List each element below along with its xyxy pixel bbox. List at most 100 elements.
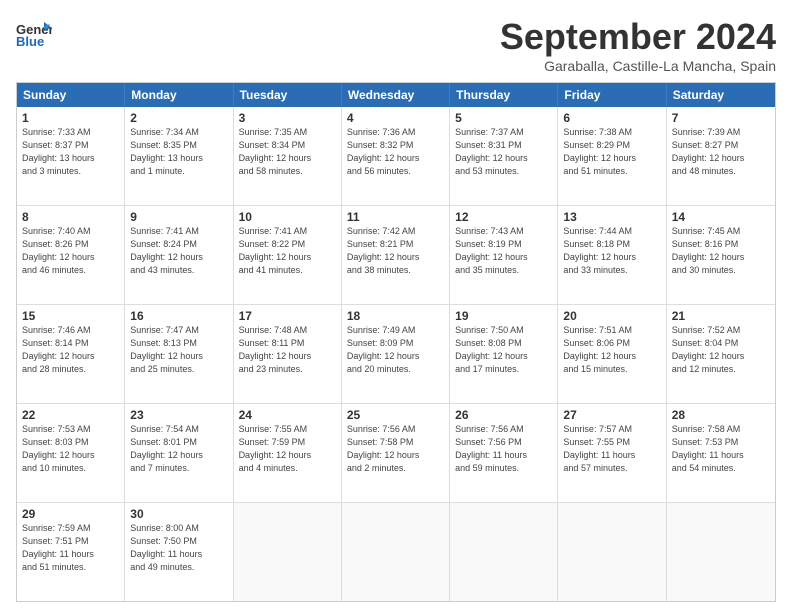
day-number: 30 bbox=[130, 506, 227, 522]
day-number: 23 bbox=[130, 407, 227, 423]
day-info: Sunrise: 7:51 AM Sunset: 8:06 PM Dayligh… bbox=[563, 325, 636, 373]
day-number: 17 bbox=[239, 308, 336, 324]
calendar-body: 1Sunrise: 7:33 AM Sunset: 8:37 PM Daylig… bbox=[17, 107, 775, 601]
day-number: 15 bbox=[22, 308, 119, 324]
header-tuesday: Tuesday bbox=[234, 83, 342, 107]
header-thursday: Thursday bbox=[450, 83, 558, 107]
day-info: Sunrise: 7:48 AM Sunset: 8:11 PM Dayligh… bbox=[239, 325, 312, 373]
day-number: 18 bbox=[347, 308, 444, 324]
day-14: 14Sunrise: 7:45 AM Sunset: 8:16 PM Dayli… bbox=[667, 206, 775, 304]
day-27: 27Sunrise: 7:57 AM Sunset: 7:55 PM Dayli… bbox=[558, 404, 666, 502]
day-19: 19Sunrise: 7:50 AM Sunset: 8:08 PM Dayli… bbox=[450, 305, 558, 403]
day-number: 26 bbox=[455, 407, 552, 423]
logo-icon: General Blue bbox=[16, 20, 52, 50]
day-22: 22Sunrise: 7:53 AM Sunset: 8:03 PM Dayli… bbox=[17, 404, 125, 502]
day-16: 16Sunrise: 7:47 AM Sunset: 8:13 PM Dayli… bbox=[125, 305, 233, 403]
day-number: 14 bbox=[672, 209, 770, 225]
day-30: 30Sunrise: 8:00 AM Sunset: 7:50 PM Dayli… bbox=[125, 503, 233, 601]
day-23: 23Sunrise: 7:54 AM Sunset: 8:01 PM Dayli… bbox=[125, 404, 233, 502]
day-8: 8Sunrise: 7:40 AM Sunset: 8:26 PM Daylig… bbox=[17, 206, 125, 304]
day-15: 15Sunrise: 7:46 AM Sunset: 8:14 PM Dayli… bbox=[17, 305, 125, 403]
day-info: Sunrise: 7:50 AM Sunset: 8:08 PM Dayligh… bbox=[455, 325, 528, 373]
day-number: 11 bbox=[347, 209, 444, 225]
day-number: 27 bbox=[563, 407, 660, 423]
day-info: Sunrise: 7:35 AM Sunset: 8:34 PM Dayligh… bbox=[239, 127, 312, 175]
day-number: 1 bbox=[22, 110, 119, 126]
day-info: Sunrise: 7:37 AM Sunset: 8:31 PM Dayligh… bbox=[455, 127, 528, 175]
header-wednesday: Wednesday bbox=[342, 83, 450, 107]
page-header: General Blue September 2024 Garaballa, C… bbox=[16, 16, 776, 74]
day-number: 25 bbox=[347, 407, 444, 423]
day-number: 8 bbox=[22, 209, 119, 225]
day-info: Sunrise: 7:56 AM Sunset: 7:56 PM Dayligh… bbox=[455, 424, 527, 472]
day-info: Sunrise: 7:53 AM Sunset: 8:03 PM Dayligh… bbox=[22, 424, 95, 472]
week-row-5: 29Sunrise: 7:59 AM Sunset: 7:51 PM Dayli… bbox=[17, 503, 775, 601]
day-number: 5 bbox=[455, 110, 552, 126]
day-info: Sunrise: 7:49 AM Sunset: 8:09 PM Dayligh… bbox=[347, 325, 420, 373]
day-17: 17Sunrise: 7:48 AM Sunset: 8:11 PM Dayli… bbox=[234, 305, 342, 403]
day-26: 26Sunrise: 7:56 AM Sunset: 7:56 PM Dayli… bbox=[450, 404, 558, 502]
day-number: 6 bbox=[563, 110, 660, 126]
day-18: 18Sunrise: 7:49 AM Sunset: 8:09 PM Dayli… bbox=[342, 305, 450, 403]
week-row-2: 8Sunrise: 7:40 AM Sunset: 8:26 PM Daylig… bbox=[17, 206, 775, 305]
day-13: 13Sunrise: 7:44 AM Sunset: 8:18 PM Dayli… bbox=[558, 206, 666, 304]
empty-cell-4-6 bbox=[667, 503, 775, 601]
page-subtitle: Garaballa, Castille-La Mancha, Spain bbox=[500, 58, 776, 74]
day-12: 12Sunrise: 7:43 AM Sunset: 8:19 PM Dayli… bbox=[450, 206, 558, 304]
day-info: Sunrise: 7:39 AM Sunset: 8:27 PM Dayligh… bbox=[672, 127, 745, 175]
day-info: Sunrise: 7:34 AM Sunset: 8:35 PM Dayligh… bbox=[130, 127, 203, 175]
day-2: 2Sunrise: 7:34 AM Sunset: 8:35 PM Daylig… bbox=[125, 107, 233, 205]
day-7: 7Sunrise: 7:39 AM Sunset: 8:27 PM Daylig… bbox=[667, 107, 775, 205]
day-info: Sunrise: 7:38 AM Sunset: 8:29 PM Dayligh… bbox=[563, 127, 636, 175]
day-28: 28Sunrise: 7:58 AM Sunset: 7:53 PM Dayli… bbox=[667, 404, 775, 502]
day-6: 6Sunrise: 7:38 AM Sunset: 8:29 PM Daylig… bbox=[558, 107, 666, 205]
day-number: 19 bbox=[455, 308, 552, 324]
day-info: Sunrise: 7:55 AM Sunset: 7:59 PM Dayligh… bbox=[239, 424, 312, 472]
title-block: September 2024 Garaballa, Castille-La Ma… bbox=[500, 16, 776, 74]
day-info: Sunrise: 7:33 AM Sunset: 8:37 PM Dayligh… bbox=[22, 127, 95, 175]
calendar-header: Sunday Monday Tuesday Wednesday Thursday… bbox=[17, 83, 775, 107]
calendar-page: General Blue September 2024 Garaballa, C… bbox=[0, 0, 792, 612]
day-20: 20Sunrise: 7:51 AM Sunset: 8:06 PM Dayli… bbox=[558, 305, 666, 403]
empty-cell-4-4 bbox=[450, 503, 558, 601]
day-info: Sunrise: 7:45 AM Sunset: 8:16 PM Dayligh… bbox=[672, 226, 745, 274]
day-1: 1Sunrise: 7:33 AM Sunset: 8:37 PM Daylig… bbox=[17, 107, 125, 205]
header-monday: Monday bbox=[125, 83, 233, 107]
day-info: Sunrise: 7:58 AM Sunset: 7:53 PM Dayligh… bbox=[672, 424, 744, 472]
day-info: Sunrise: 7:52 AM Sunset: 8:04 PM Dayligh… bbox=[672, 325, 745, 373]
day-number: 10 bbox=[239, 209, 336, 225]
day-4: 4Sunrise: 7:36 AM Sunset: 8:32 PM Daylig… bbox=[342, 107, 450, 205]
empty-cell-4-2 bbox=[234, 503, 342, 601]
header-saturday: Saturday bbox=[667, 83, 775, 107]
day-info: Sunrise: 7:56 AM Sunset: 7:58 PM Dayligh… bbox=[347, 424, 420, 472]
svg-text:Blue: Blue bbox=[16, 34, 44, 49]
day-21: 21Sunrise: 7:52 AM Sunset: 8:04 PM Dayli… bbox=[667, 305, 775, 403]
day-3: 3Sunrise: 7:35 AM Sunset: 8:34 PM Daylig… bbox=[234, 107, 342, 205]
day-info: Sunrise: 7:42 AM Sunset: 8:21 PM Dayligh… bbox=[347, 226, 420, 274]
calendar: Sunday Monday Tuesday Wednesday Thursday… bbox=[16, 82, 776, 602]
day-number: 16 bbox=[130, 308, 227, 324]
day-info: Sunrise: 8:00 AM Sunset: 7:50 PM Dayligh… bbox=[130, 523, 202, 571]
day-info: Sunrise: 7:46 AM Sunset: 8:14 PM Dayligh… bbox=[22, 325, 95, 373]
day-number: 24 bbox=[239, 407, 336, 423]
day-info: Sunrise: 7:43 AM Sunset: 8:19 PM Dayligh… bbox=[455, 226, 528, 274]
day-number: 9 bbox=[130, 209, 227, 225]
week-row-1: 1Sunrise: 7:33 AM Sunset: 8:37 PM Daylig… bbox=[17, 107, 775, 206]
day-25: 25Sunrise: 7:56 AM Sunset: 7:58 PM Dayli… bbox=[342, 404, 450, 502]
page-title: September 2024 bbox=[500, 16, 776, 58]
day-number: 13 bbox=[563, 209, 660, 225]
week-row-4: 22Sunrise: 7:53 AM Sunset: 8:03 PM Dayli… bbox=[17, 404, 775, 503]
day-number: 12 bbox=[455, 209, 552, 225]
day-10: 10Sunrise: 7:41 AM Sunset: 8:22 PM Dayli… bbox=[234, 206, 342, 304]
day-11: 11Sunrise: 7:42 AM Sunset: 8:21 PM Dayli… bbox=[342, 206, 450, 304]
empty-cell-4-3 bbox=[342, 503, 450, 601]
day-info: Sunrise: 7:41 AM Sunset: 8:22 PM Dayligh… bbox=[239, 226, 312, 274]
header-sunday: Sunday bbox=[17, 83, 125, 107]
day-29: 29Sunrise: 7:59 AM Sunset: 7:51 PM Dayli… bbox=[17, 503, 125, 601]
day-info: Sunrise: 7:54 AM Sunset: 8:01 PM Dayligh… bbox=[130, 424, 203, 472]
day-info: Sunrise: 7:59 AM Sunset: 7:51 PM Dayligh… bbox=[22, 523, 94, 571]
day-number: 28 bbox=[672, 407, 770, 423]
day-info: Sunrise: 7:44 AM Sunset: 8:18 PM Dayligh… bbox=[563, 226, 636, 274]
day-info: Sunrise: 7:41 AM Sunset: 8:24 PM Dayligh… bbox=[130, 226, 203, 274]
day-number: 2 bbox=[130, 110, 227, 126]
